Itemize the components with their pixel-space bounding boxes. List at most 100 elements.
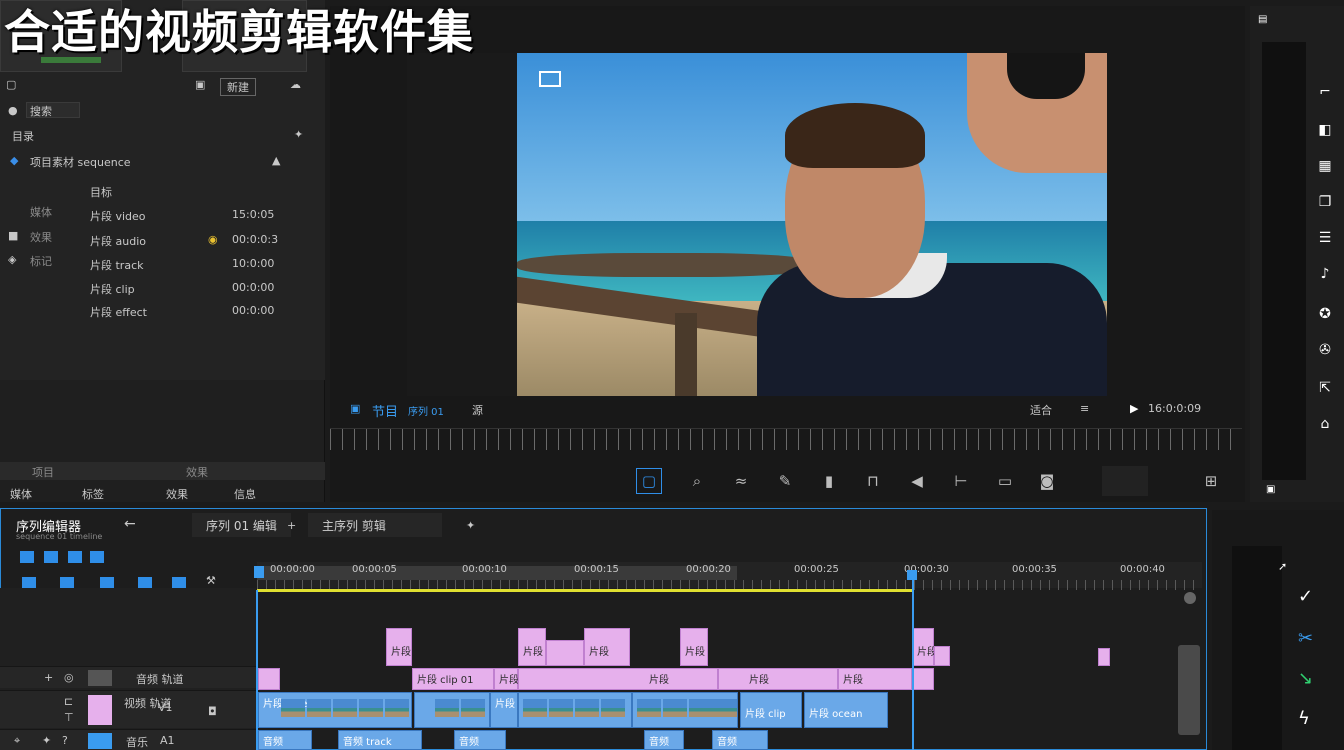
audio-icon[interactable]: ♪: [1315, 266, 1335, 286]
tab-main-sequence[interactable]: 主序列 剪辑: [308, 513, 442, 537]
lift-icon[interactable]: ⊓: [860, 468, 886, 494]
search-input[interactable]: 搜索: [26, 102, 80, 118]
footer-label-media[interactable]: 媒体: [10, 486, 32, 502]
tab-sequence-01[interactable]: 序列 01 编辑: [192, 513, 291, 537]
list-item[interactable]: 目标: [8, 180, 308, 204]
menu-icon[interactable]: ≡: [1080, 402, 1089, 415]
audio-clip[interactable]: 音频: [454, 730, 506, 750]
video-clip[interactable]: [414, 692, 490, 728]
crop-icon[interactable]: ⌐: [1315, 84, 1335, 104]
audio-clip[interactable]: 音频: [712, 730, 768, 750]
track-toggle[interactable]: [88, 670, 112, 686]
video-clip[interactable]: 片段 ocean: [804, 692, 888, 728]
zoom-handle[interactable]: [1184, 592, 1196, 604]
grid-toggle-icon[interactable]: ⊞: [1198, 468, 1224, 494]
back-arrow-icon[interactable]: ←: [124, 516, 136, 532]
type-tool-icon[interactable]: ϟ: [1298, 708, 1310, 729]
panel-menu-icon[interactable]: ▤: [1258, 14, 1267, 25]
start-playhead-handle[interactable]: [254, 566, 264, 578]
trash-icon[interactable]: ⌂: [1315, 416, 1335, 436]
audio-clip[interactable]: 音频: [258, 730, 312, 750]
clip[interactable]: 片段 clip 01: [412, 668, 494, 690]
play-icon[interactable]: ▶: [1130, 402, 1138, 415]
overwrite-icon[interactable]: ▭: [992, 468, 1018, 494]
fit-dropdown[interactable]: 适合: [1030, 402, 1052, 418]
audio-clip[interactable]: 音频 track: [338, 730, 422, 750]
panel-arrow-icon[interactable]: ➚: [1278, 560, 1287, 573]
grid-icon[interactable]: ▦: [1315, 158, 1335, 178]
clip[interactable]: [1098, 648, 1110, 666]
sequence-badge-icon[interactable]: ▲: [272, 154, 280, 167]
pen-icon[interactable]: ✎: [772, 468, 798, 494]
clip[interactable]: [912, 668, 934, 690]
pin-icon[interactable]: ✦: [294, 128, 303, 141]
sync-icon[interactable]: ⊤: [64, 711, 74, 724]
target-icon[interactable]: ◎: [64, 671, 74, 684]
ripple-edit-icon[interactable]: ≈: [728, 468, 754, 494]
video-preview[interactable]: [517, 53, 1107, 396]
footer-label-effects[interactable]: 效果: [166, 486, 188, 502]
list-item[interactable]: 片段 video 15:0:05: [8, 204, 308, 228]
monitor-ruler[interactable]: [330, 428, 1242, 450]
add-track-icon[interactable]: +: [44, 671, 53, 684]
playhead[interactable]: [912, 572, 914, 750]
export-frame-icon[interactable]: ◙: [1034, 468, 1060, 494]
clip[interactable]: 片段: [838, 668, 912, 690]
wrench-icon[interactable]: ⚒: [206, 574, 216, 587]
video-clip[interactable]: [632, 692, 738, 728]
clip[interactable]: 片段: [494, 668, 519, 690]
add-tab-icon[interactable]: +: [287, 519, 296, 532]
export-icon[interactable]: ⇱: [1315, 380, 1335, 400]
panel-footer-icon[interactable]: ▣: [1266, 484, 1275, 495]
clip[interactable]: 片段: [680, 628, 708, 666]
clip[interactable]: 片段: [518, 628, 546, 666]
track-color[interactable]: [88, 695, 112, 725]
track-toggle-blue[interactable]: [88, 733, 112, 749]
effects-icon[interactable]: ✪: [1315, 306, 1335, 326]
help-icon[interactable]: ?: [62, 734, 68, 747]
hand-tool-icon[interactable]: ↘: [1298, 668, 1313, 689]
captions-icon[interactable]: [90, 551, 104, 563]
camera-track-icon[interactable]: ⌖: [14, 734, 20, 748]
source-label[interactable]: 源: [472, 402, 483, 418]
footer-label-tags[interactable]: 标签: [82, 486, 104, 502]
clip[interactable]: 片段: [718, 668, 838, 690]
audio-clip[interactable]: 音频: [644, 730, 684, 750]
link-icon[interactable]: [44, 551, 58, 563]
new-bin-button[interactable]: 新建: [220, 78, 256, 96]
clip[interactable]: [546, 640, 584, 666]
text-tool-icon[interactable]: ◧: [1315, 122, 1335, 142]
list-item[interactable]: 片段 clip 00:0:00: [8, 277, 308, 301]
snap-icon[interactable]: [20, 551, 34, 563]
clip[interactable]: [258, 668, 280, 690]
bin-icon[interactable]: ▣: [195, 78, 205, 91]
vertical-scrollbar[interactable]: [1178, 645, 1200, 735]
copy-icon[interactable]: ❐: [1315, 194, 1335, 214]
sequence-name[interactable]: 项目素材 sequence: [30, 154, 131, 170]
zoom-icon[interactable]: ⌕: [684, 468, 710, 494]
list-item[interactable]: 片段 track 10:0:00: [8, 253, 308, 277]
marker-add-icon[interactable]: [68, 551, 82, 563]
clip[interactable]: 片段: [386, 628, 412, 666]
layers-icon[interactable]: ☰: [1315, 230, 1335, 250]
tab-project[interactable]: 项目: [32, 464, 54, 480]
list-item[interactable]: 片段 audio ◉ 00:0:0:3: [8, 229, 308, 253]
list-item[interactable]: 片段 effect 00:0:00: [8, 300, 308, 324]
mute-icon[interactable]: ✦: [42, 734, 51, 747]
clip[interactable]: 片段: [584, 628, 630, 666]
settings-icon[interactable]: ✇: [1315, 342, 1335, 362]
program-label[interactable]: 节目: [372, 401, 398, 420]
video-clip[interactable]: 片段 video: [258, 692, 412, 728]
extract-icon[interactable]: ◀: [904, 468, 930, 494]
video-clip[interactable]: 片段 clip: [740, 692, 802, 728]
razor-tool-icon[interactable]: ✂: [1298, 628, 1313, 649]
video-clip[interactable]: [518, 692, 632, 728]
selection-tool-icon[interactable]: ▢: [636, 468, 662, 494]
track-eye-icon[interactable]: ◘: [208, 705, 217, 718]
lock-icon[interactable]: ⊏: [64, 695, 73, 708]
settings-wrench-icon[interactable]: ✦: [466, 519, 475, 532]
clip[interactable]: 片段: [912, 628, 937, 666]
insert-icon[interactable]: ⊢: [948, 468, 974, 494]
pen-tool-icon[interactable]: ✓: [1298, 586, 1313, 607]
cloud-icon[interactable]: ☁: [290, 78, 301, 91]
